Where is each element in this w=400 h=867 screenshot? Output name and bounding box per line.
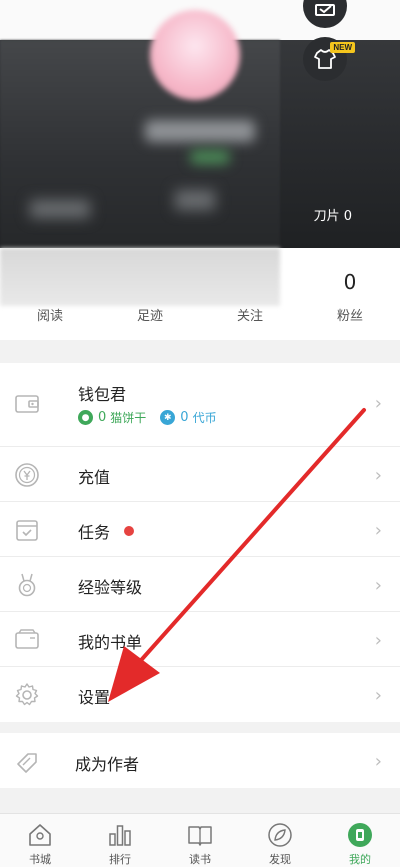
- task-check-icon: [16, 520, 38, 541]
- chevron-right-icon: ›: [374, 393, 382, 414]
- knife-count[interactable]: 刀片 0: [314, 205, 352, 224]
- tab-ranking[interactable]: 排行: [80, 814, 160, 867]
- menu-label: 我的书单: [78, 633, 143, 652]
- token-icon: ✱: [160, 410, 176, 425]
- menu-item-recharge[interactable]: 充值 ›: [0, 447, 400, 502]
- menu-item-level[interactable]: 经验等级 ›: [0, 557, 400, 612]
- profile-header: NEW 刀片 0: [0, 0, 400, 248]
- token-label: 代币: [192, 411, 217, 425]
- new-badge: NEW: [330, 42, 355, 53]
- cat-biscuit-icon: ●: [78, 410, 93, 425]
- author-group: 成为作者 ›: [0, 733, 400, 788]
- open-book-icon: [188, 826, 212, 846]
- blurred-username: [145, 120, 255, 142]
- stats-bar: 阅读 足迹 关注 0 粉丝: [0, 248, 400, 340]
- stat-fans[interactable]: 0 粉丝: [300, 248, 400, 340]
- tab-reading[interactable]: 读书: [160, 814, 240, 867]
- message-button[interactable]: [303, 0, 347, 28]
- chevron-right-icon: ›: [374, 520, 382, 541]
- tab-mine[interactable]: 我的: [320, 814, 400, 867]
- stat-label: 阅读: [36, 309, 63, 324]
- tab-discover[interactable]: 发现: [240, 814, 320, 867]
- pen-tag-icon: [17, 753, 37, 773]
- menu-item-settings[interactable]: 设置 ›: [0, 667, 400, 722]
- menu-item-become-author[interactable]: 成为作者 ›: [0, 733, 400, 788]
- notification-dot: [124, 526, 134, 536]
- stat-following[interactable]: 关注: [200, 248, 300, 340]
- stat-value: 0: [343, 270, 357, 294]
- wallet-icon: [15, 395, 39, 413]
- wallet-label: 钱包君: [78, 385, 127, 404]
- blurred-stat: [175, 190, 215, 210]
- menu-label: 任务: [78, 523, 111, 542]
- menu-label: 设置: [78, 688, 111, 707]
- stat-footprint[interactable]: 足迹: [100, 248, 200, 340]
- tab-label: 读书: [189, 853, 211, 866]
- tab-bookstore[interactable]: 书城: [0, 814, 80, 867]
- menu-label: 充值: [78, 468, 111, 487]
- wallet-balances: ● 0 猫饼干 ✱ 0 代币: [78, 409, 217, 426]
- avatar[interactable]: [150, 10, 240, 100]
- compass-leaf-icon: [268, 823, 292, 847]
- chevron-right-icon: ›: [374, 751, 382, 772]
- chevron-right-icon: ›: [374, 630, 382, 651]
- blurred-stat: [30, 200, 90, 218]
- bar-chart-icon: [109, 825, 131, 846]
- token-value: 0: [180, 410, 189, 425]
- biscuit-label: 猫饼干: [110, 411, 147, 425]
- blurred-level-badge: [190, 150, 230, 164]
- chevron-right-icon: ›: [374, 465, 382, 486]
- person-icon: [348, 823, 372, 847]
- tab-label: 排行: [109, 853, 131, 866]
- envelope-check-icon: [315, 4, 335, 16]
- menu-item-tasks[interactable]: 任务 ›: [0, 502, 400, 557]
- wallet-row[interactable]: 钱包君 ● 0 猫饼干 ✱ 0 代币 ›: [0, 363, 400, 447]
- menu-label: 经验等级: [78, 578, 143, 597]
- outfit-button[interactable]: NEW: [303, 37, 355, 81]
- biscuit-value: 0: [98, 410, 107, 425]
- tab-label: 书城: [29, 853, 51, 866]
- stat-read[interactable]: 阅读: [0, 248, 100, 340]
- stat-label: 足迹: [136, 309, 163, 324]
- tab-label: 发现: [269, 853, 291, 866]
- yen-circle-icon: [15, 463, 39, 487]
- menu-item-booklist[interactable]: 我的书单 ›: [0, 612, 400, 667]
- stat-label: 粉丝: [336, 309, 363, 324]
- gear-icon: [15, 683, 39, 706]
- tab-label: 我的: [349, 853, 371, 866]
- stat-label: 关注: [236, 309, 263, 324]
- menu-label: 成为作者: [75, 755, 140, 774]
- bottom-nav: 书城 排行 读书 发现 我的: [0, 813, 400, 867]
- medal-icon: [18, 573, 36, 597]
- menu-group: 钱包君 ● 0 猫饼干 ✱ 0 代币 › 充值 › 任务 › 经验等级 › 我的…: [0, 363, 400, 722]
- booklist-icon: [15, 629, 39, 649]
- chevron-right-icon: ›: [374, 575, 382, 596]
- house-icon: [29, 824, 51, 846]
- chevron-right-icon: ›: [374, 685, 382, 706]
